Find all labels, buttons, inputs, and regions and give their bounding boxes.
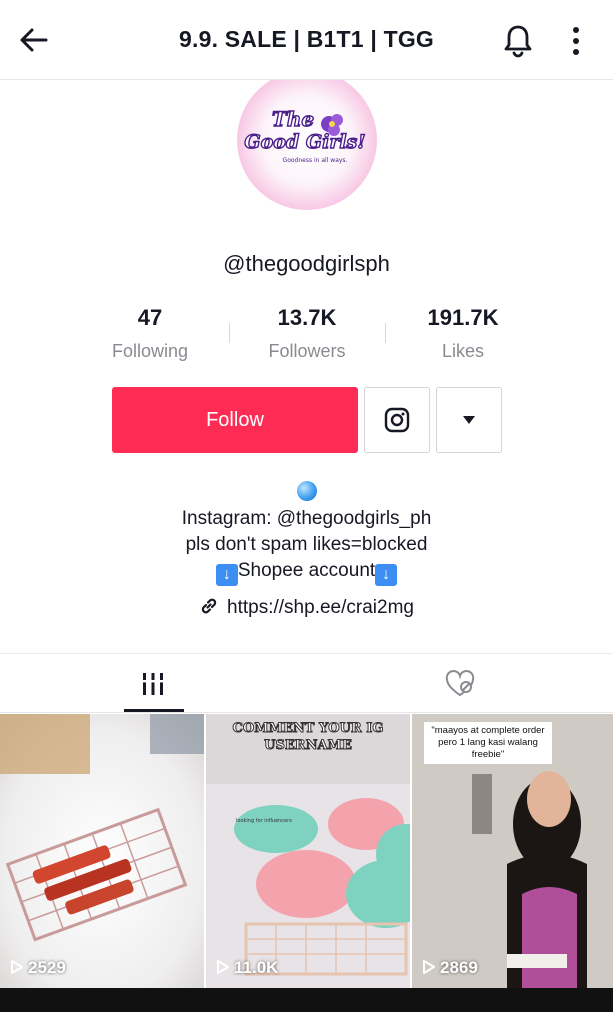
likes-stat: 191.7K Likes bbox=[385, 305, 541, 362]
content-tabs bbox=[0, 653, 613, 713]
bio: Instagram: @thegoodgirls_ph pls don't sp… bbox=[0, 480, 613, 586]
instagram-button[interactable] bbox=[364, 387, 430, 453]
play-icon bbox=[11, 960, 23, 974]
play-icon bbox=[423, 960, 435, 974]
svg-text:The: The bbox=[272, 107, 314, 131]
video-thumbnail-image bbox=[0, 714, 204, 988]
followers-count: 13.7K bbox=[277, 305, 337, 330]
following-label: Following bbox=[111, 341, 189, 361]
crystal-ball-emoji-icon bbox=[296, 480, 317, 501]
top-bar: 9.9. SALE | B1T1 | TGG bbox=[0, 0, 613, 80]
video-thumbnail[interactable]: 2529 bbox=[0, 714, 204, 988]
video-caption: COMMENT YOUR IG USERNAME bbox=[232, 721, 384, 754]
bell-icon[interactable] bbox=[500, 22, 536, 60]
system-navigation-bar bbox=[0, 988, 613, 1012]
likes-count: 191.7K bbox=[427, 305, 499, 330]
video-thumbnail[interactable]: looking for influencers COMMENT YOUR IG … bbox=[206, 714, 410, 988]
more-options-icon[interactable] bbox=[562, 22, 590, 60]
view-count: 2529 bbox=[10, 958, 66, 978]
followers-label: Followers bbox=[268, 341, 346, 361]
play-icon bbox=[217, 960, 229, 974]
profile-stats: 47 Following 13.7K Followers 191.7K Like… bbox=[72, 305, 542, 365]
tab-liked[interactable] bbox=[307, 654, 613, 713]
instagram-icon bbox=[384, 407, 410, 433]
view-count: 2869 bbox=[422, 958, 478, 978]
video-caption: "maayos at complete order pero 1 lang ka… bbox=[424, 722, 552, 764]
bio-line: Instagram: @thegoodgirls_ph bbox=[181, 508, 432, 529]
the-good-girls-logo: The Good Girls! Goodness in all ways. bbox=[244, 106, 367, 164]
caret-down-icon bbox=[463, 416, 475, 424]
svg-text:Good Girls!: Good Girls! bbox=[244, 131, 365, 153]
follow-button[interactable]: Follow bbox=[112, 387, 358, 453]
bio-line: pls don't spam likes=blocked bbox=[185, 534, 428, 555]
video-grid: 2529 looking for influencers COMMENT YOU… bbox=[0, 714, 613, 988]
tab-videos[interactable] bbox=[0, 654, 306, 713]
suggested-accounts-button[interactable] bbox=[436, 387, 502, 453]
followers-stat[interactable]: 13.7K Followers bbox=[229, 305, 385, 362]
likes-label: Likes bbox=[441, 341, 485, 361]
down-arrow-emoji-icon: ↓ bbox=[215, 564, 238, 586]
username: @thegoodgirlsph bbox=[223, 251, 390, 276]
profile-link[interactable]: https://shp.ee/crai2mg bbox=[0, 596, 613, 619]
link-text: https://shp.ee/crai2mg bbox=[227, 597, 414, 618]
video-thumbnail-image: looking for influencers bbox=[206, 714, 410, 988]
view-count: 11.0K bbox=[216, 958, 278, 978]
active-tab-indicator bbox=[124, 709, 184, 712]
grid-bars-icon bbox=[140, 672, 166, 695]
down-arrow-emoji-icon: ↓ bbox=[375, 564, 398, 586]
liked-hidden-icon bbox=[445, 669, 475, 696]
following-count: 47 bbox=[137, 305, 163, 330]
svg-text:looking for influencers: looking for influencers bbox=[236, 818, 292, 824]
video-thumbnail[interactable]: "maayos at complete order pero 1 lang ka… bbox=[412, 714, 613, 988]
svg-text:Goodness in all ways.: Goodness in all ways. bbox=[283, 157, 348, 164]
link-icon bbox=[201, 598, 217, 614]
avatar[interactable]: The Good Girls! Goodness in all ways. bbox=[237, 80, 377, 210]
bio-line-shopee: ↓ Shopee account ↓ bbox=[0, 558, 613, 586]
following-stat[interactable]: 47 Following bbox=[72, 305, 228, 362]
